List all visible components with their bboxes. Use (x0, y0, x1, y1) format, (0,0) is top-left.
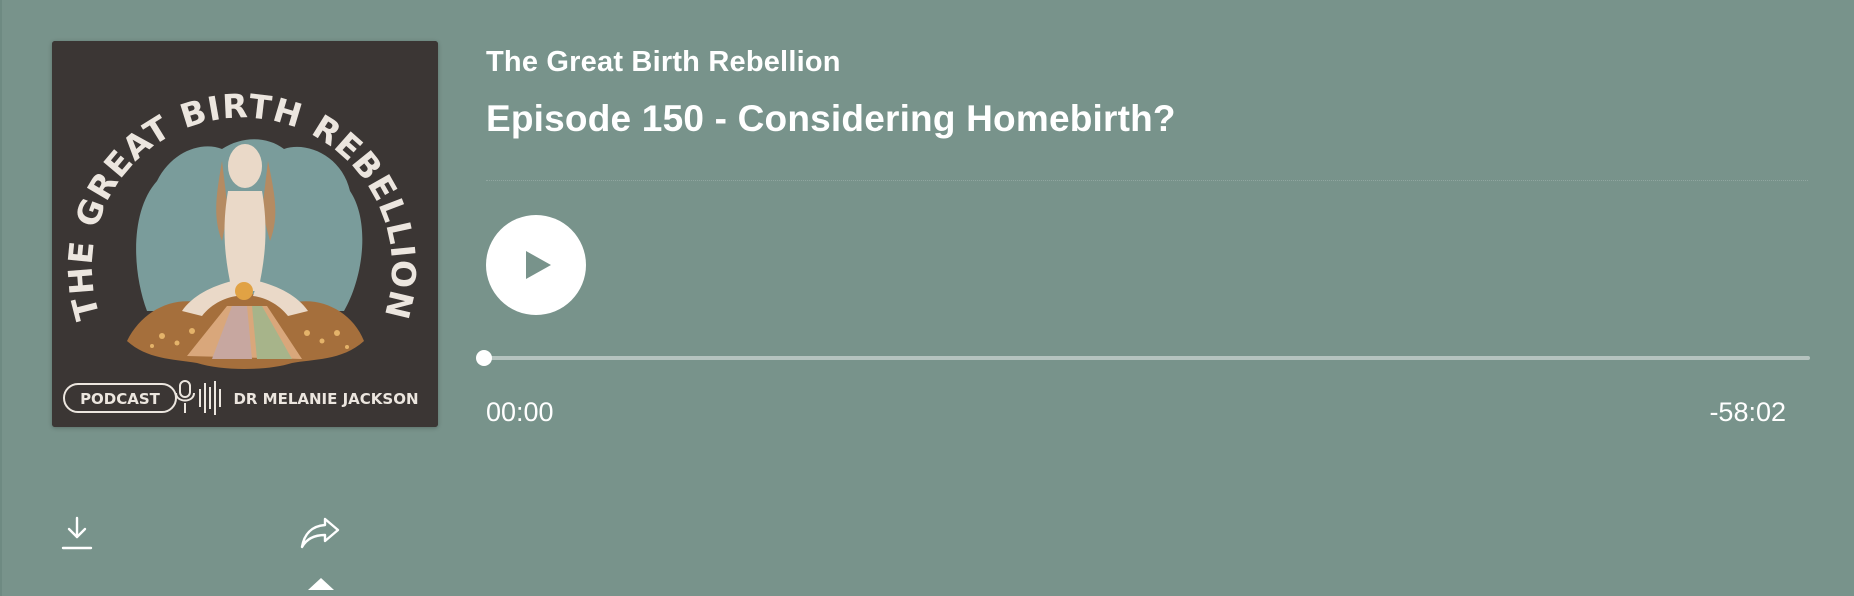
artwork-illustration: THE GREAT BIRTH REBELLION PODCAST DR MEL… (52, 41, 438, 427)
podcast-artwork: THE GREAT BIRTH REBELLION PODCAST DR MEL… (52, 41, 438, 427)
divider (486, 180, 1808, 181)
elapsed-time: 00:00 (486, 397, 554, 427)
artwork-author-text: DR MELANIE JACKSON (233, 390, 418, 408)
play-button[interactable] (486, 215, 586, 315)
download-icon (61, 516, 93, 550)
share-icon (300, 517, 340, 549)
episode-title[interactable]: Episode 150 - Considering Homebirth? (486, 98, 1176, 140)
share-button[interactable] (299, 515, 341, 551)
progress-handle[interactable] (476, 350, 492, 366)
progress-bar[interactable] (484, 356, 1810, 360)
share-menu-caret (308, 578, 334, 590)
show-title[interactable]: The Great Birth Rebellion (486, 46, 841, 79)
play-icon (526, 251, 551, 279)
podcast-player: THE GREAT BIRTH REBELLION PODCAST DR MEL… (0, 0, 1854, 596)
remaining-time: -58:02 (1709, 397, 1786, 427)
download-button[interactable] (60, 515, 94, 551)
artwork-badge-text: PODCAST (80, 390, 161, 408)
